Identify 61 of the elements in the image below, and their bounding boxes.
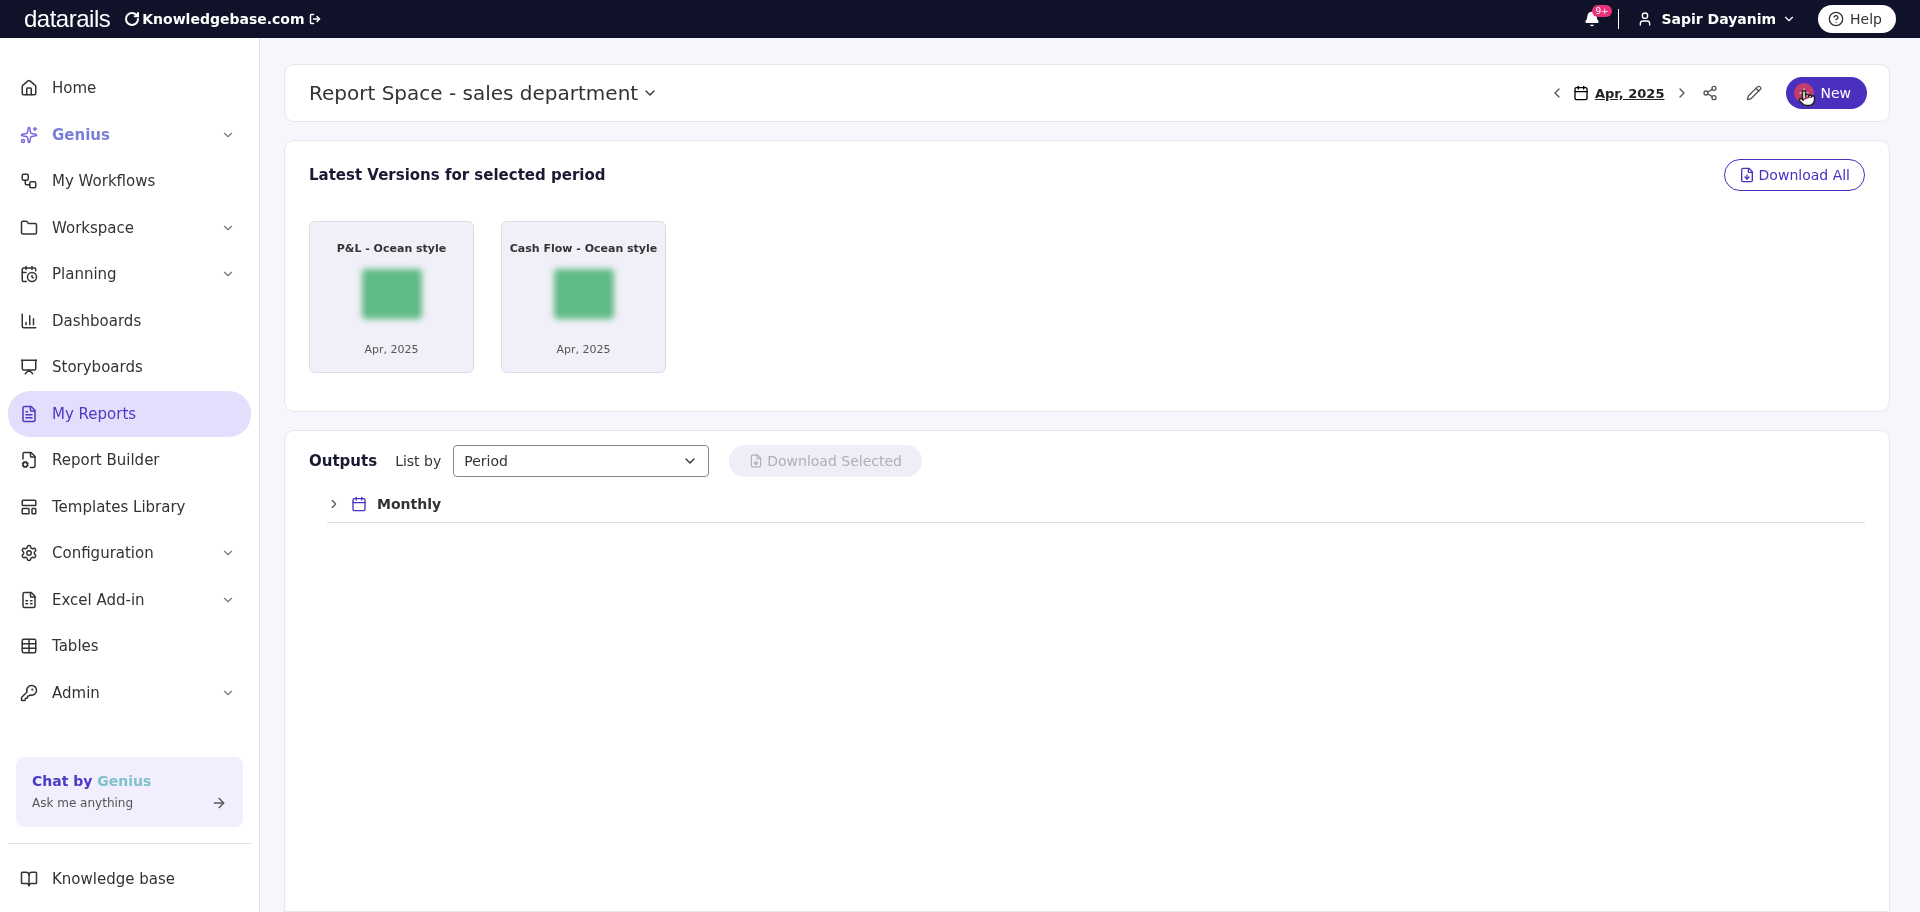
edit-button[interactable] bbox=[1746, 85, 1763, 101]
sidebar-item[interactable]: Storyboards bbox=[8, 344, 251, 391]
download-all-button[interactable]: Download All bbox=[1723, 159, 1865, 191]
workflow-icon bbox=[20, 172, 38, 191]
chat-card[interactable]: Chat by Genius Ask me anything bbox=[16, 756, 243, 827]
spreadsheet-icon bbox=[20, 590, 38, 609]
key-icon bbox=[20, 683, 38, 702]
home-icon bbox=[20, 79, 38, 98]
settings-icon bbox=[20, 544, 38, 563]
report-file-tile[interactable]: P&L - Ocean style Apr, 2025 bbox=[309, 221, 474, 373]
report-space-title[interactable]: Report Space - sales department bbox=[309, 81, 659, 105]
layout-icon bbox=[20, 497, 38, 516]
sidebar-item[interactable]: Report Builder bbox=[8, 437, 251, 484]
file-download-icon bbox=[749, 454, 764, 468]
user-name[interactable]: Sapir Dayanim bbox=[1661, 11, 1777, 27]
calendar-clock-icon bbox=[20, 265, 38, 284]
book-icon bbox=[20, 869, 38, 888]
folder-icon bbox=[20, 218, 38, 237]
sidebar-item[interactable]: Templates Library bbox=[8, 483, 251, 530]
bar-chart-icon bbox=[20, 311, 38, 330]
sidebar-item[interactable]: Home bbox=[8, 65, 251, 112]
calendar-icon bbox=[351, 495, 367, 512]
sidebar-item[interactable]: My Reports bbox=[8, 390, 251, 437]
sidebar-item[interactable]: Tables bbox=[8, 623, 251, 670]
group-label[interactable]: Monthly bbox=[377, 495, 442, 512]
sidebar-item[interactable]: Planning bbox=[8, 251, 251, 298]
calendar-icon bbox=[1572, 85, 1589, 101]
hand-cursor-icon bbox=[1798, 89, 1817, 107]
sidebar-item[interactable]: My Workflows bbox=[8, 158, 251, 205]
logout-icon[interactable] bbox=[308, 13, 321, 25]
sidebar-item[interactable]: Workspace bbox=[8, 204, 251, 251]
period-link[interactable]: Apr, 2025 bbox=[1594, 85, 1665, 101]
notification-badge: 9+ bbox=[1592, 5, 1612, 17]
report-file-tile[interactable]: Cash Flow - Ocean style Apr, 2025 bbox=[501, 221, 666, 373]
chat-subtitle: Ask me anything bbox=[32, 795, 134, 810]
help-button[interactable]: Help bbox=[1818, 5, 1896, 33]
section-title: Latest Versions for selected period bbox=[309, 166, 606, 184]
excel-file-icon bbox=[361, 269, 422, 319]
document-gear-icon bbox=[20, 451, 38, 470]
list-by-label: List by bbox=[395, 453, 442, 469]
file-download-icon bbox=[1738, 167, 1755, 183]
outputs-title: Outputs bbox=[309, 452, 378, 470]
presentation-icon bbox=[20, 358, 38, 377]
sidebar-item[interactable]: Dashboards bbox=[8, 297, 251, 344]
sidebar-item[interactable]: Genius bbox=[8, 111, 251, 158]
table-icon bbox=[20, 637, 38, 656]
list-by-select[interactable]: Period bbox=[453, 445, 710, 477]
datarails-logo: datarails bbox=[24, 5, 111, 33]
sidebar-item[interactable]: Admin bbox=[8, 669, 251, 716]
workspace-name: Knowledgebase.com bbox=[142, 11, 305, 27]
new-button[interactable]: New bbox=[1786, 77, 1867, 109]
sidebar-item[interactable]: Knowledge base bbox=[8, 855, 251, 902]
chat-title: Chat by Genius bbox=[32, 772, 153, 789]
excel-file-icon bbox=[553, 269, 614, 319]
sidebar-item[interactable]: Excel Add-in bbox=[8, 576, 251, 623]
sidebar-item[interactable]: Configuration bbox=[8, 530, 251, 577]
share-button[interactable] bbox=[1702, 85, 1719, 101]
help-icon bbox=[1828, 11, 1845, 27]
sparkle-icon bbox=[20, 125, 38, 144]
document-icon bbox=[20, 404, 38, 423]
refresh-icon[interactable] bbox=[124, 11, 141, 27]
